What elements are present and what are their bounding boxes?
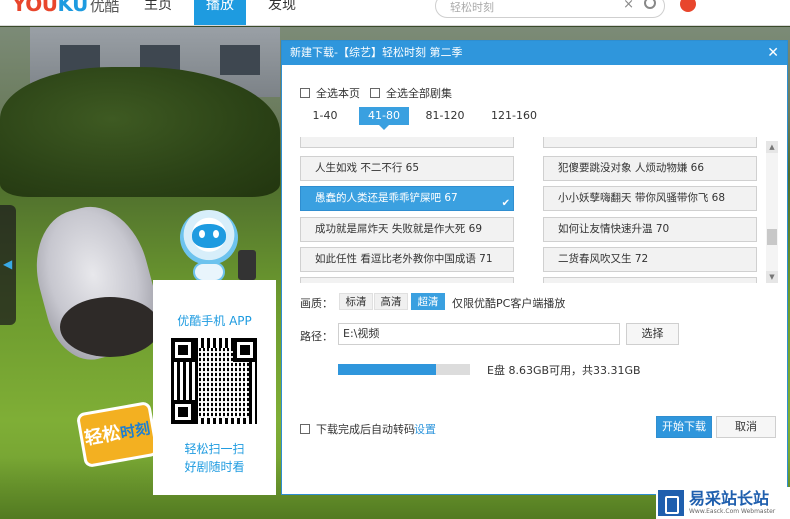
episode-item-partial[interactable] — [300, 277, 514, 283]
episode-item[interactable]: 如何让友情快速升温 70 — [543, 217, 757, 242]
logo-text-ku: KU — [57, 0, 89, 16]
episode-item-partial[interactable] — [543, 277, 757, 283]
episode-item[interactable]: 人生如戏 不二不行 65 — [300, 156, 514, 181]
episode-item[interactable]: 成功就是屌炸天 失败就是作大死 69 — [300, 217, 514, 242]
browse-button[interactable]: 选择 — [626, 323, 679, 345]
logo-text-you: YOU — [12, 0, 58, 16]
checkbox-box[interactable] — [300, 424, 310, 434]
checkbox-box[interactable] — [370, 88, 380, 98]
episode-item-partial[interactable] — [300, 137, 514, 148]
watermark-title: 易采站长站 — [689, 489, 770, 508]
episode-item[interactable]: 二货春风吹又生 72 — [543, 247, 757, 272]
video-cat — [60, 297, 160, 357]
tab-41-80[interactable]: 41-80 — [359, 107, 409, 125]
user-icon[interactable] — [680, 0, 696, 12]
playlist-toggle[interactable]: ◀ — [0, 205, 16, 325]
disk-space-text: E盘 8.63GB可用，共33.31GB — [487, 364, 641, 377]
nav-play[interactable]: 播放 — [194, 0, 246, 25]
auto-transcode-checkbox[interactable]: 下载完成后自动转码 — [300, 421, 415, 437]
close-icon[interactable]: ✕ — [767, 41, 779, 65]
quality-uhd[interactable]: 超清 — [411, 293, 445, 310]
mascot-icon — [180, 210, 238, 265]
select-page-label: 全选本页 — [316, 87, 360, 100]
cancel-button[interactable]: 取消 — [716, 416, 776, 438]
arrow-left-icon: ◀ — [3, 257, 13, 271]
promo-title: 优酷手机 APP — [177, 314, 252, 328]
select-page-checkbox[interactable]: 全选本页 — [300, 85, 360, 101]
download-dialog: 新建下载-【综艺】轻松时刻 第二季 ✕ 全选本页 全选全部剧集 1-40 41-… — [281, 40, 788, 495]
quality-hd[interactable]: 高清 — [374, 293, 408, 310]
episode-item[interactable]: 犯傻要跳没对象 人烦动物嫌 66 — [543, 156, 757, 181]
disk-usage-bar — [338, 364, 470, 375]
badge-text: 轻松 — [82, 422, 123, 450]
badge-subtext: 时刻 — [118, 419, 152, 443]
episode-scrollbar[interactable]: ▲ ▼ — [766, 141, 778, 283]
episode-item[interactable]: 小小妖孽嗨翻天 带你风骚带你飞 68 — [543, 186, 757, 211]
promo-line-2: 好剧随时看 — [184, 460, 245, 474]
tab-81-120[interactable]: 81-120 — [422, 107, 468, 125]
scroll-down-icon[interactable]: ▼ — [766, 271, 778, 283]
episode-label: 愚蠢的人类还是乖乖铲屎吧 67 — [315, 192, 458, 204]
promo-line-1: 轻松扫一扫 — [184, 442, 245, 456]
dialog-title: 新建下载-【综艺】轻松时刻 第二季 — [290, 46, 463, 59]
search-input[interactable]: 轻松时刻 × — [435, 0, 665, 18]
mascot-body — [193, 262, 225, 282]
settings-link[interactable]: 设置 — [414, 421, 436, 437]
disk-usage-fill — [338, 364, 436, 375]
tab-caret-icon — [379, 125, 389, 130]
youku-logo[interactable]: YOUKU 优酷 — [12, 0, 119, 16]
watermark-subtitle: Www.Easck.Com Webmaster — [689, 508, 776, 515]
auto-transcode-label: 下载完成后自动转码 — [316, 423, 415, 436]
scroll-up-icon[interactable]: ▲ — [766, 141, 778, 153]
quality-note: 仅限优酷PC客户端播放 — [452, 297, 566, 310]
dialog-title-bar[interactable]: 新建下载-【综艺】轻松时刻 第二季 ✕ — [282, 41, 787, 65]
path-field[interactable]: E:\视频 — [338, 323, 620, 345]
top-nav-bar: YOUKU 优酷 主页 播放 发现 轻松时刻 × — [0, 0, 790, 26]
episode-list: 人生如戏 不二不行 65 犯傻要跳没对象 人烦动物嫌 66 愚蠢的人类还是乖乖铲… — [300, 137, 765, 283]
scroll-thumb[interactable] — [767, 229, 777, 245]
app-promo-panel: 优酷手机 APP 轻松扫一扫 好剧随时看 — [153, 280, 276, 495]
nav-home[interactable]: 主页 — [132, 0, 184, 25]
qr-code-icon — [171, 338, 257, 424]
video-hedge — [0, 67, 280, 197]
tab-121-160[interactable]: 121-160 — [488, 107, 540, 125]
site-watermark: 易采站长站 Www.Easck.Com Webmaster — [656, 487, 790, 519]
select-all-label: 全选全部剧集 — [386, 87, 452, 100]
watermark-logo-icon — [658, 490, 684, 516]
checkmark-icon: ✔ — [501, 198, 510, 209]
episode-item-partial[interactable] — [543, 137, 757, 148]
checkbox-box[interactable] — [300, 88, 310, 98]
search-icon[interactable] — [644, 0, 656, 9]
quality-sd[interactable]: 标清 — [339, 293, 373, 310]
search-placeholder: 轻松时刻 — [450, 1, 494, 14]
episode-item-selected[interactable]: 愚蠢的人类还是乖乖铲屎吧 67 ✔ — [300, 186, 514, 211]
tab-1-40[interactable]: 1-40 — [308, 107, 342, 125]
quality-label: 画质： — [300, 297, 333, 310]
clear-icon[interactable]: × — [623, 0, 634, 12]
nav-discover[interactable]: 发现 — [256, 0, 308, 25]
logo-text-cn: 优酷 — [89, 0, 120, 15]
episode-item[interactable]: 如此任性 看逗比老外教你中国成语 71 — [300, 247, 514, 272]
select-all-checkbox[interactable]: 全选全部剧集 — [370, 85, 452, 101]
phone-icon — [238, 250, 256, 280]
path-label: 路径： — [300, 330, 333, 343]
start-download-button[interactable]: 开始下载 — [656, 416, 712, 438]
